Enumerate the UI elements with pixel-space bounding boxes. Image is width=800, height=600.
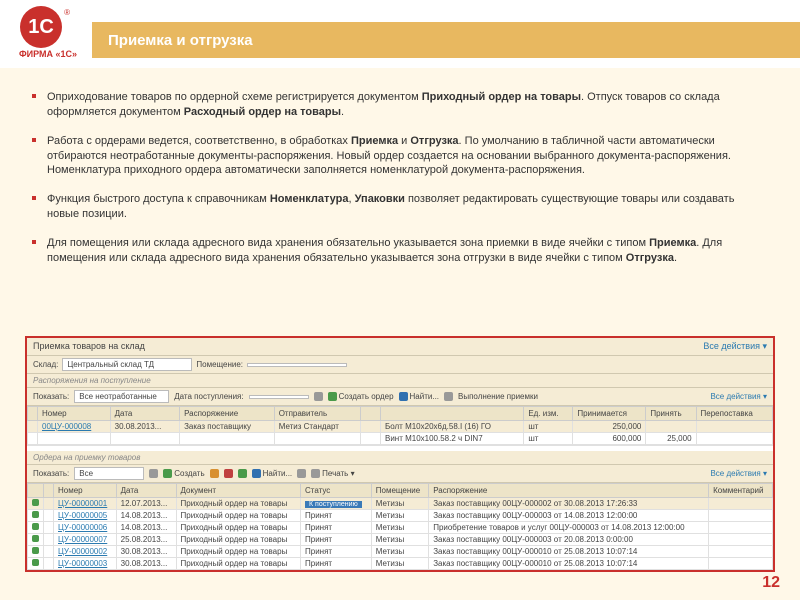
room-label: Помещение: [196,360,243,369]
show-label: Показать: [33,392,69,401]
bullet-4: Для помещения или склада адресного вида … [47,232,765,266]
create-order-button[interactable]: Создать ордер [328,392,394,401]
date-label: Дата поступления: [174,392,243,401]
logo-mark: 1C [28,16,54,39]
bullet-2: Работа с ордерами ведется, соответственн… [47,130,765,179]
show-label-2: Показать: [33,469,69,478]
bullet-1: Оприходование товаров по ордерной схеме … [47,86,765,120]
logo: 1C ® ФИРМА «1С» [10,6,86,62]
table-row[interactable]: ЦУ-0000000614.08.2013...Приходный ордер … [28,522,773,534]
table-row[interactable]: ЦУ-0000000725.08.2013...Приходный ордер … [28,534,773,546]
clear-icon-3[interactable] [297,469,306,478]
delete-icon[interactable] [224,469,233,478]
warehouse-field[interactable]: Центральный склад ТД [62,358,192,371]
create-button[interactable]: Создать [163,469,204,478]
app-title: Приемка товаров на склад [33,341,145,352]
calendar-icon[interactable] [314,392,323,401]
all-actions-3[interactable]: Все действия ▾ [710,469,767,478]
page-title: Приемка и отгрузка [108,32,253,49]
table-row[interactable]: ЦУ-0000000112.07.2013...Приходный ордер … [28,498,773,510]
page-number: 12 [762,574,780,592]
print-button[interactable]: Печать ▾ [311,469,354,478]
refresh-icon[interactable] [238,469,247,478]
clear-icon-2[interactable] [149,469,158,478]
orders-table[interactable]: НомерДатаДокументСтатусПомещениеРаспоряж… [27,483,773,570]
table-row[interactable]: ЦУ-0000000230.08.2013...Приходный ордер … [28,546,773,558]
do-receipt-button[interactable]: Выполнение приемки [458,392,538,401]
bullet-3: Функция быстрого доступа к справочникам … [47,188,765,222]
app-screenshot: Приемка товаров на склад Все действия ▾ … [25,336,775,572]
warehouse-label: Склад: [33,360,58,369]
incoming-table[interactable]: НомерДатаРаспоряжениеОтправительЕд. изм.… [27,406,773,445]
table-row[interactable]: 00ЦУ-00000830.08.2013...Заказ поставщику… [28,421,773,433]
clear-icon[interactable] [444,392,453,401]
content-text: Оприходование товаров по ордерной схеме … [25,86,765,276]
find-button[interactable]: Найти... [399,392,440,401]
section-incoming: Распоряжения на поступление [27,374,773,388]
section-orders: Ордера на приемку товаров [27,451,773,465]
table-row[interactable]: ЦУ-0000000514.08.2013...Приходный ордер … [28,510,773,522]
logo-text: ФИРМА «1С» [10,49,86,59]
show-filter[interactable]: Все неотработанные [74,390,169,403]
date-field[interactable] [249,395,309,399]
table-row[interactable]: Винт М10х100.58.2 ч DIN7шт600,00025,000 [28,433,773,445]
show-filter-2[interactable]: Все [74,467,144,480]
room-field[interactable] [247,363,347,367]
all-actions-link[interactable]: Все действия ▾ [703,341,767,352]
table-row[interactable]: ЦУ-0000000330.08.2013...Приходный ордер … [28,558,773,570]
all-actions-2[interactable]: Все действия ▾ [710,392,767,401]
edit-icon[interactable] [210,469,219,478]
find-button-2[interactable]: Найти... [252,469,293,478]
logo-registered: ® [64,8,70,17]
